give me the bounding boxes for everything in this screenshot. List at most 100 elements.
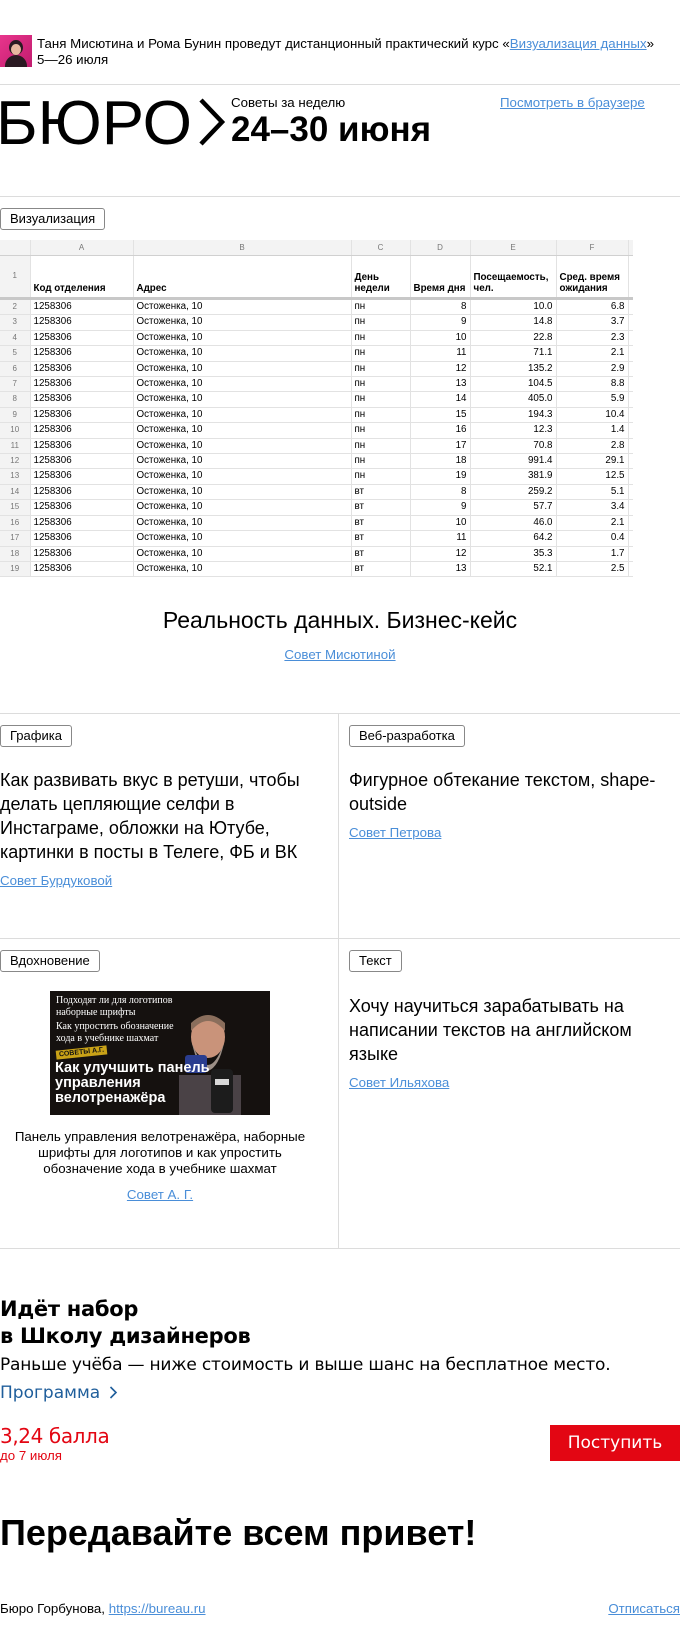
- site-link[interactable]: https://bureau.ru: [109, 1601, 206, 1616]
- column-letters-row: A B C D E F: [0, 240, 633, 256]
- table-cell: 11: [410, 530, 471, 547]
- table-cell: 9: [410, 499, 471, 516]
- col-letter: A: [30, 240, 134, 256]
- tag-inspiration[interactable]: Вдохновение: [0, 950, 100, 972]
- table-cell: вт: [351, 484, 411, 501]
- card-author-link[interactable]: Совет Бурдуковой: [0, 873, 112, 888]
- table-cell: Остоженка, 10: [133, 361, 352, 378]
- table-cell: 29.1: [556, 453, 629, 470]
- table-cell: 1.4: [556, 422, 629, 439]
- table-cell: 259.2: [470, 484, 557, 501]
- announcement-text: Таня Мисютина и Рома Бунин проведут дист…: [37, 36, 510, 51]
- table-cell: 8: [410, 484, 471, 501]
- col-letter: B: [133, 240, 352, 256]
- col-letter: D: [410, 240, 471, 256]
- view-in-browser-link[interactable]: Посмотреть в браузере: [500, 95, 645, 110]
- table-cell: Остоженка, 10: [133, 515, 352, 532]
- table-cell: 5.9: [556, 391, 629, 408]
- course-link[interactable]: Визуализация данных: [510, 36, 647, 51]
- table-cell: пн: [351, 422, 411, 439]
- required-score: 3,24 балла: [0, 1424, 110, 1448]
- tag-text[interactable]: Текст: [349, 950, 402, 972]
- feature-title: Реальность данных. Бизнес-кейс: [162, 607, 518, 633]
- table-cell: Остоженка, 10: [133, 561, 352, 577]
- thumbnail-badge: СОВЕТЫ А.Г.: [55, 1045, 108, 1060]
- table-cell: 135.2: [470, 361, 557, 378]
- divider: [0, 1248, 680, 1249]
- row-number: 6: [0, 361, 31, 378]
- program-link[interactable]: Программа: [0, 1383, 118, 1403]
- table-cell: 10.0: [470, 298, 557, 316]
- column-header: Код отделения: [30, 255, 134, 300]
- table-row: 19 1258306 Остоженка, 10 вт 13 52.1 2.5: [0, 561, 633, 577]
- table-cell: 46.0: [470, 515, 557, 532]
- table-cell: вт: [351, 546, 411, 562]
- card-title[interactable]: Хочу научиться зарабатывать на написании…: [349, 994, 664, 1066]
- table-cell: 0.4: [556, 530, 629, 547]
- row-number: 15: [0, 499, 31, 516]
- table-cell: 9: [410, 314, 471, 331]
- table-cell: пн: [351, 345, 411, 362]
- video-caption: Панель управления велотренажёра, наборны…: [14, 1129, 306, 1176]
- row-number: 5: [0, 345, 31, 362]
- row-number: 8: [0, 391, 31, 408]
- unsubscribe-link[interactable]: Отписаться: [608, 1601, 680, 1616]
- course-announcement: Таня Мисютина и Рома Бунин проведут дист…: [37, 36, 657, 68]
- tag-web-development[interactable]: Веб-разработка: [349, 725, 465, 747]
- table-row: 10 1258306 Остоженка, 10 пн 16 12.3 1.4: [0, 422, 633, 439]
- school-title-line: в Школу дизайнеров: [0, 1324, 251, 1348]
- table-cell: 10: [410, 515, 471, 532]
- row-number: 3: [0, 314, 31, 331]
- table-cell: 1258306: [30, 561, 134, 577]
- table-cell: 14.8: [470, 314, 557, 331]
- table-cell: 1258306: [30, 422, 134, 439]
- spreadsheet-image[interactable]: A B C D E F 1 Код отделения Адрес День н…: [0, 240, 633, 577]
- table-cell: 18: [410, 453, 471, 470]
- table-cell: пн: [351, 407, 411, 424]
- card-title[interactable]: Как развивать вкус в ретуши, чтобы делат…: [0, 768, 320, 864]
- thumbnail-headline: Как улучшить панель управления велотрена…: [55, 1060, 210, 1106]
- table-cell: 12: [410, 361, 471, 378]
- column-header: Сред. время ожидания: [556, 255, 629, 300]
- table-cell: 35.3: [470, 546, 557, 562]
- video-thumbnail[interactable]: Подходят ли для логотипов наборные шрифт…: [50, 991, 270, 1115]
- row-number: 17: [0, 530, 31, 547]
- table-cell: 1258306: [30, 453, 134, 470]
- table-cell: 1258306: [30, 391, 134, 408]
- tag-graphics[interactable]: Графика: [0, 725, 72, 747]
- table-cell: 1258306: [30, 376, 134, 393]
- table-cell: 52.1: [470, 561, 557, 577]
- table-cell: 1258306: [30, 546, 134, 562]
- row-number: 13: [0, 468, 31, 485]
- table-cell: Остоженка, 10: [133, 546, 352, 562]
- table-row: 9 1258306 Остоженка, 10 пн 15 194.3 10.4: [0, 407, 633, 424]
- col-letter: E: [470, 240, 557, 256]
- apply-button[interactable]: Поступить: [550, 1425, 680, 1461]
- table-cell: 17: [410, 438, 471, 455]
- table-cell: 12: [410, 546, 471, 562]
- table-cell: 1258306: [30, 438, 134, 455]
- table-cell: Остоженка, 10: [133, 499, 352, 516]
- table-cell: 1258306: [30, 484, 134, 501]
- row-number: 7: [0, 376, 31, 393]
- chevron-right-icon: [109, 1386, 117, 1399]
- table-cell: 2.1: [556, 515, 629, 532]
- card-author-link[interactable]: Совет Ильяхова: [349, 1075, 449, 1090]
- card-title[interactable]: Фигурное обтекание текстом, shape-outsid…: [349, 768, 659, 816]
- divider: [0, 938, 680, 939]
- row-number: 16: [0, 515, 31, 532]
- author-avatar: [0, 35, 32, 67]
- bureau-logo[interactable]: БЮРО: [0, 96, 226, 148]
- table-cell: 64.2: [470, 530, 557, 547]
- table-cell: 2.5: [556, 561, 629, 577]
- table-cell: 1258306: [30, 530, 134, 547]
- tag-visualization[interactable]: Визуализация: [0, 208, 106, 230]
- table-cell: Остоженка, 10: [133, 530, 352, 547]
- card-author-link[interactable]: Совет А. Г.: [127, 1187, 193, 1202]
- column-header: Время дня: [410, 255, 471, 300]
- table-cell: 5.1: [556, 484, 629, 501]
- card-author-link[interactable]: Совет Петрова: [349, 825, 441, 840]
- column-divider: [338, 713, 339, 1248]
- feature-author-link[interactable]: Совет Мисютиной: [284, 647, 395, 662]
- table-cell: 1258306: [30, 330, 134, 347]
